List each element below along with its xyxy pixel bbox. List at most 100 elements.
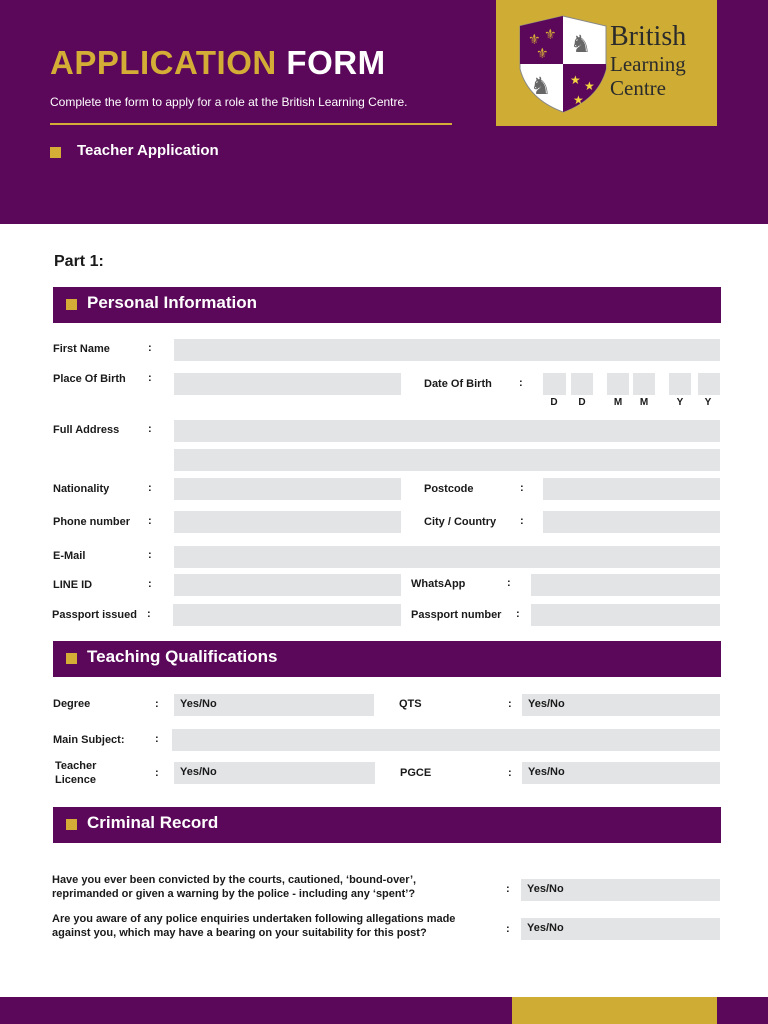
section-teaching-qualifications: Teaching Qualifications <box>53 641 721 677</box>
colon: : <box>155 733 159 745</box>
svg-text:♞: ♞ <box>570 31 592 58</box>
qts-label: QTS <box>399 698 422 710</box>
colon: : <box>506 883 510 895</box>
full-address-label: Full Address <box>53 424 120 436</box>
main-subject-field[interactable] <box>172 729 720 751</box>
date-of-birth-label: Date Of Birth <box>424 378 492 390</box>
svg-text:★: ★ <box>584 79 595 93</box>
colon: : <box>148 549 152 561</box>
section-heading: Criminal Record <box>87 813 219 832</box>
whatsapp-label: WhatsApp <box>411 578 466 590</box>
nationality-field[interactable] <box>174 478 401 500</box>
licence-value: Yes/No <box>180 766 217 778</box>
conviction-value: Yes/No <box>527 883 564 895</box>
pgce-field[interactable]: Yes/No <box>522 762 720 784</box>
nationality-label: Nationality <box>53 483 110 495</box>
section-personal-information: Personal Information <box>53 287 721 323</box>
dob-day-2[interactable] <box>571 373 593 395</box>
dob-hint: Y <box>704 397 712 408</box>
page-title: APPLICATION FORM <box>50 44 386 82</box>
part-label: Part 1: <box>54 253 104 270</box>
address-line-1-field[interactable] <box>174 420 720 442</box>
colon: : <box>519 377 523 389</box>
colon: : <box>516 608 520 620</box>
section-criminal-record: Criminal Record <box>53 807 721 843</box>
dob-day-1[interactable] <box>543 373 566 395</box>
question-line: against you, which may have a bearing on… <box>52 927 427 939</box>
passport-number-field[interactable] <box>531 604 720 626</box>
police-enquiry-value: Yes/No <box>527 922 564 934</box>
bullet-icon <box>66 653 77 664</box>
police-enquiry-field[interactable]: Yes/No <box>521 918 720 940</box>
police-enquiry-question: Are you aware of any police enquiries un… <box>52 912 502 940</box>
label-line: Licence <box>55 774 96 786</box>
colon: : <box>148 372 152 384</box>
dob-month-1[interactable] <box>607 373 629 395</box>
place-of-birth-field[interactable] <box>174 373 401 395</box>
section-heading: Teaching Qualifications <box>87 647 278 666</box>
dob-hint: D <box>550 397 558 408</box>
city-country-field[interactable] <box>543 511 720 533</box>
colon: : <box>520 515 524 527</box>
dob-hint: M <box>639 397 649 408</box>
bullet-icon <box>66 819 77 830</box>
colon: : <box>148 482 152 494</box>
dob-hint: D <box>578 397 586 408</box>
phone-field[interactable] <box>174 511 401 533</box>
subtitle: Complete the form to apply for a role at… <box>50 95 408 109</box>
email-label: E-Mail <box>53 550 86 562</box>
colon: : <box>147 608 151 620</box>
dob-month-2[interactable] <box>633 373 655 395</box>
qts-field[interactable]: Yes/No <box>522 694 720 716</box>
colon: : <box>155 767 159 779</box>
passport-issued-field[interactable] <box>173 604 401 626</box>
bullet-icon <box>66 299 77 310</box>
degree-value: Yes/No <box>180 698 217 710</box>
qts-value: Yes/No <box>528 698 565 710</box>
passport-issued-label: Passport issued <box>52 609 137 621</box>
title-rest: FORM <box>286 44 386 81</box>
dob-hint: M <box>613 397 623 408</box>
colon: : <box>508 698 512 710</box>
question-line: reprimanded or given a warning by the po… <box>52 888 416 900</box>
colon: : <box>507 577 511 589</box>
title-accent: APPLICATION <box>50 44 277 81</box>
svg-text:★: ★ <box>573 93 584 107</box>
pgce-value: Yes/No <box>528 766 565 778</box>
degree-label: Degree <box>53 698 91 710</box>
passport-number-label: Passport number <box>411 609 502 621</box>
dob-year-1[interactable] <box>669 373 691 395</box>
degree-field[interactable]: Yes/No <box>174 694 374 716</box>
colon: : <box>148 578 152 590</box>
conviction-field[interactable]: Yes/No <box>521 879 720 901</box>
colon: : <box>148 342 152 354</box>
teacher-licence-field[interactable]: Yes/No <box>174 762 375 784</box>
whatsapp-field[interactable] <box>531 574 720 596</box>
phone-label: Phone number <box>53 516 131 528</box>
city-country-label: City / Country <box>424 516 497 528</box>
first-name-label: First Name <box>53 343 110 355</box>
svg-text:♞: ♞ <box>530 73 552 100</box>
colon: : <box>148 515 152 527</box>
question-line: Are you aware of any police enquiries un… <box>52 913 456 925</box>
logo-text-1: British <box>610 21 687 52</box>
address-line-2-field[interactable] <box>174 449 720 471</box>
line-id-label: LINE ID <box>53 579 93 591</box>
svg-text:★: ★ <box>570 73 581 87</box>
postcode-field[interactable] <box>543 478 720 500</box>
svg-text:⚜: ⚜ <box>536 45 549 61</box>
svg-text:⚜: ⚜ <box>544 26 557 42</box>
logo-text-2: Learning <box>610 52 686 76</box>
first-name-field[interactable] <box>174 339 720 361</box>
question-line: Have you ever been convicted by the cour… <box>52 874 417 886</box>
postcode-label: Postcode <box>424 483 474 495</box>
line-id-field[interactable] <box>174 574 401 596</box>
colon: : <box>508 767 512 779</box>
colon: : <box>148 423 152 435</box>
email-field[interactable] <box>174 546 720 568</box>
dob-year-2[interactable] <box>698 373 720 395</box>
section-heading: Personal Information <box>87 293 258 312</box>
colon: : <box>155 698 159 710</box>
pgce-label: PGCE <box>400 767 432 779</box>
bullet-icon <box>50 147 61 158</box>
